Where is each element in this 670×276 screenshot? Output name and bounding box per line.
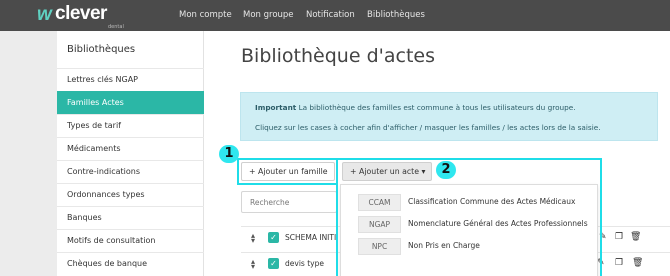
sidebar-item-motifs-de-consultation[interactable]: Motifs de consultation xyxy=(57,229,204,252)
alert-line-1: Important La bibliothèque des familles e… xyxy=(255,103,576,112)
step-badge-2: 2 xyxy=(436,161,456,179)
sidebar-item-banques[interactable]: Banques xyxy=(57,206,204,229)
row-label: SCHEMA INITI xyxy=(285,233,337,242)
dropdown-label: Classification Commune des Actes Médicau… xyxy=(408,197,576,206)
dropdown-item-ccam[interactable]: CCAM Classification Commune des Actes Mé… xyxy=(341,194,599,214)
nav-mon-groupe[interactable]: Mon groupe xyxy=(243,10,294,20)
nav-bibliotheques[interactable]: Bibliothèques xyxy=(367,10,425,20)
alert-strong: Important xyxy=(255,103,297,112)
updown-arrows-icon[interactable]: ▴ ▾ xyxy=(251,232,255,245)
dropdown-label: Nomenclature Général des Actes Professio… xyxy=(408,219,588,228)
dropdown-code: NPC xyxy=(358,238,401,255)
sidebar-item-medicaments[interactable]: Médicaments xyxy=(57,137,204,160)
sidebar-item-contre-indications[interactable]: Contre-indications xyxy=(57,160,204,183)
alert-line-2: Cliquez sur les cases à cocher afin d'af… xyxy=(255,123,601,132)
alert-line-1-text: La bibliothèque des familles est commune… xyxy=(296,103,576,112)
dropdown-code: CCAM xyxy=(358,194,401,211)
sidebar-title: Bibliothèques xyxy=(67,44,136,55)
page-title: Bibliothèque d'actes xyxy=(241,45,435,67)
dropdown-label: Non Pris en Charge xyxy=(408,241,480,250)
top-navbar: w clever dental Mon compte Mon groupe No… xyxy=(0,0,670,31)
checkmark-icon[interactable]: ✓ xyxy=(268,232,279,243)
info-alert: Important La bibliothèque des familles e… xyxy=(240,92,658,141)
sidebar-item-ordonnances-types[interactable]: Ordonnances types xyxy=(57,183,204,206)
search-input[interactable]: Recherche xyxy=(241,191,337,213)
step-badge-1: 1 xyxy=(219,145,239,163)
trash-icon[interactable]: 🗑 xyxy=(630,232,641,242)
dropdown-item-npc[interactable]: NPC Non Pris en Charge xyxy=(341,238,599,258)
sidebar: Bibliothèques Lettres clés NGAP Familles… xyxy=(57,31,204,276)
pencil-icon[interactable]: ✎ xyxy=(597,258,605,268)
logo-mark: w xyxy=(37,4,52,25)
nav-notification[interactable]: Notification xyxy=(306,10,355,20)
add-act-dropdown-button[interactable]: + Ajouter un acte ▾ xyxy=(342,162,432,181)
dropdown-item-ngap[interactable]: NGAP Nomenclature Général des Actes Prof… xyxy=(341,216,599,236)
sidebar-item-types-de-tarif[interactable]: Types de tarif xyxy=(57,114,204,137)
copy-icon[interactable]: ❐ xyxy=(615,258,623,268)
row-label: devis type xyxy=(285,259,324,268)
checkmark-icon[interactable]: ✓ xyxy=(268,258,279,269)
pencil-icon[interactable]: ✎ xyxy=(599,232,607,242)
dropdown-code: NGAP xyxy=(358,216,401,233)
add-family-button[interactable]: + Ajouter un famille xyxy=(241,162,335,181)
sidebar-item-familles-actes[interactable]: Familles Actes xyxy=(57,91,204,114)
sidebar-item-cheques-de-banque[interactable]: Chèques de banque xyxy=(57,252,204,275)
trash-icon[interactable]: 🗑 xyxy=(632,258,643,268)
logo-subtitle: dental xyxy=(108,24,124,30)
updown-arrows-icon[interactable]: ▴ ▾ xyxy=(251,258,255,271)
copy-icon[interactable]: ❐ xyxy=(615,232,623,242)
main-content: Bibliothèque d'actes Important La biblio… xyxy=(204,31,670,276)
sidebar-item-lettres-cles-ngap[interactable]: Lettres clés NGAP xyxy=(57,68,204,91)
nav-mon-compte[interactable]: Mon compte xyxy=(179,10,232,20)
add-act-dropdown-menu: CCAM Classification Commune des Actes Mé… xyxy=(340,184,598,276)
logo-name: clever xyxy=(55,3,107,24)
